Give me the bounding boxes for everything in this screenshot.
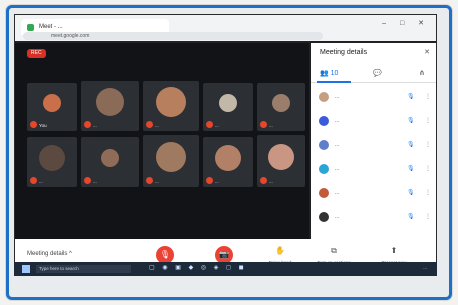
avatar	[272, 94, 290, 113]
muted-mic-icon	[146, 121, 153, 128]
people-list-item[interactable]: ... 🎙 ⋮	[319, 139, 432, 153]
people-list-item[interactable]: ... 🎙 ⋮	[319, 211, 432, 225]
video-grid: REC You ... ... ... ... ... ... ... ... …	[15, 43, 309, 239]
meeting-details-button[interactable]: Meeting details ^	[27, 251, 72, 257]
participant-name: ...	[93, 123, 97, 128]
taskbar-search[interactable]: Type here to search	[36, 265, 131, 273]
tab-title: Meet - ...	[39, 24, 63, 30]
avatar	[319, 212, 329, 222]
person-name: ...	[335, 166, 340, 172]
participant-tile[interactable]: ...	[143, 135, 199, 187]
more-icon[interactable]: ⋮	[425, 117, 431, 124]
panel-title: Meeting details	[320, 49, 368, 56]
participant-name: ...	[269, 179, 273, 184]
mic-icon[interactable]: 🎙	[407, 213, 415, 220]
avatar	[43, 94, 61, 113]
video-feed	[39, 145, 65, 171]
active-tab-indicator	[317, 81, 351, 83]
avatar	[101, 149, 119, 167]
participant-tile[interactable]: You	[27, 83, 77, 131]
screen: Meet - ... meet.google.com – □ ✕ REC You…	[14, 14, 437, 276]
person-name: ...	[335, 142, 340, 148]
windows-taskbar: Type here to search ▢ ◉ ▣ ◆ ◎ ◈ ◻ ◼ ...	[14, 262, 437, 276]
meeting-details-panel: Meeting details ✕ 👥 10 💬 ⋔ ... 🎙 ⋮ ... 🎙…	[311, 43, 436, 253]
more-icon[interactable]: ⋮	[425, 165, 431, 172]
people-list-item[interactable]: ... 🎙 ⋮	[319, 163, 432, 177]
windows-start-icon[interactable]	[22, 265, 30, 273]
participant-name: ...	[269, 123, 273, 128]
hand-icon[interactable]: ✋	[257, 246, 303, 255]
participant-name: ...	[155, 179, 159, 184]
participant-tile[interactable]: ...	[257, 83, 305, 131]
captions-icon[interactable]: ⧉	[311, 246, 357, 256]
muted-mic-icon	[84, 121, 91, 128]
mic-icon[interactable]: 🎙	[407, 117, 415, 124]
muted-mic-icon	[30, 177, 37, 184]
participant-name: ...	[39, 179, 43, 184]
participant-name: ...	[93, 179, 97, 184]
video-feed	[96, 88, 124, 116]
taskbar-clock: ...	[423, 265, 427, 270]
participant-tile[interactable]: ...	[203, 83, 253, 131]
participant-tile[interactable]: ...	[81, 81, 139, 131]
participant-tile[interactable]: ...	[143, 81, 199, 131]
participant-name: ...	[215, 179, 219, 184]
avatar	[219, 94, 237, 113]
present-icon[interactable]: ⬆	[371, 246, 417, 255]
muted-mic-icon	[30, 121, 37, 128]
mic-icon[interactable]: 🎙	[407, 165, 415, 172]
video-feed	[215, 145, 241, 171]
person-name: ...	[335, 94, 340, 100]
muted-mic-icon	[260, 177, 267, 184]
panel-tabs: 👥 10 💬 ⋔	[311, 67, 436, 83]
mic-icon[interactable]: 🎙	[407, 93, 415, 100]
participant-name: ...	[215, 123, 219, 128]
taskbar-app-icons[interactable]: ▢ ◉ ▣ ◆ ◎ ◈ ◻ ◼	[149, 264, 247, 271]
window-controls[interactable]: – □ ✕	[382, 19, 430, 27]
avatar	[319, 116, 329, 126]
muted-mic-icon	[206, 177, 213, 184]
people-list-item[interactable]: ... 🎙 ⋮	[319, 115, 432, 129]
tab-people[interactable]: 👥 10	[320, 69, 338, 77]
participant-tile[interactable]: ...	[257, 135, 305, 187]
avatar	[319, 188, 329, 198]
participant-tile[interactable]: ...	[81, 137, 139, 187]
muted-mic-icon	[146, 177, 153, 184]
participant-tile[interactable]: ...	[27, 137, 77, 187]
meet-icon	[27, 24, 34, 31]
recording-badge: REC	[27, 49, 46, 58]
muted-mic-icon	[260, 121, 267, 128]
video-feed	[156, 87, 186, 117]
mic-icon[interactable]: 🎙	[407, 189, 415, 196]
close-icon[interactable]: ✕	[424, 48, 430, 56]
avatar	[319, 140, 329, 150]
participant-tile[interactable]: ...	[203, 137, 253, 187]
video-feed	[156, 141, 186, 172]
more-icon[interactable]: ⋮	[425, 189, 431, 196]
video-feed	[268, 143, 294, 170]
participant-name: ...	[155, 123, 159, 128]
person-name: ...	[335, 190, 340, 196]
more-icon[interactable]: ⋮	[425, 141, 431, 148]
participant-name: You	[39, 123, 47, 128]
browser-chrome: Meet - ... meet.google.com – □ ✕	[15, 15, 436, 41]
avatar	[319, 164, 329, 174]
tab-activities[interactable]: ⋔	[419, 69, 425, 77]
muted-mic-icon	[84, 177, 91, 184]
more-icon[interactable]: ⋮	[425, 213, 431, 220]
avatar	[319, 92, 329, 102]
person-name: ...	[335, 118, 340, 124]
more-icon[interactable]: ⋮	[425, 93, 431, 100]
people-list-item[interactable]: ... 🎙 ⋮	[319, 91, 432, 105]
tab-chat[interactable]: 💬	[373, 69, 382, 77]
mic-icon[interactable]: 🎙	[407, 141, 415, 148]
person-name: ...	[335, 214, 340, 220]
address-bar[interactable]: meet.google.com	[23, 32, 323, 40]
muted-mic-icon	[206, 121, 213, 128]
people-list-item[interactable]: ... 🎙 ⋮	[319, 187, 432, 201]
